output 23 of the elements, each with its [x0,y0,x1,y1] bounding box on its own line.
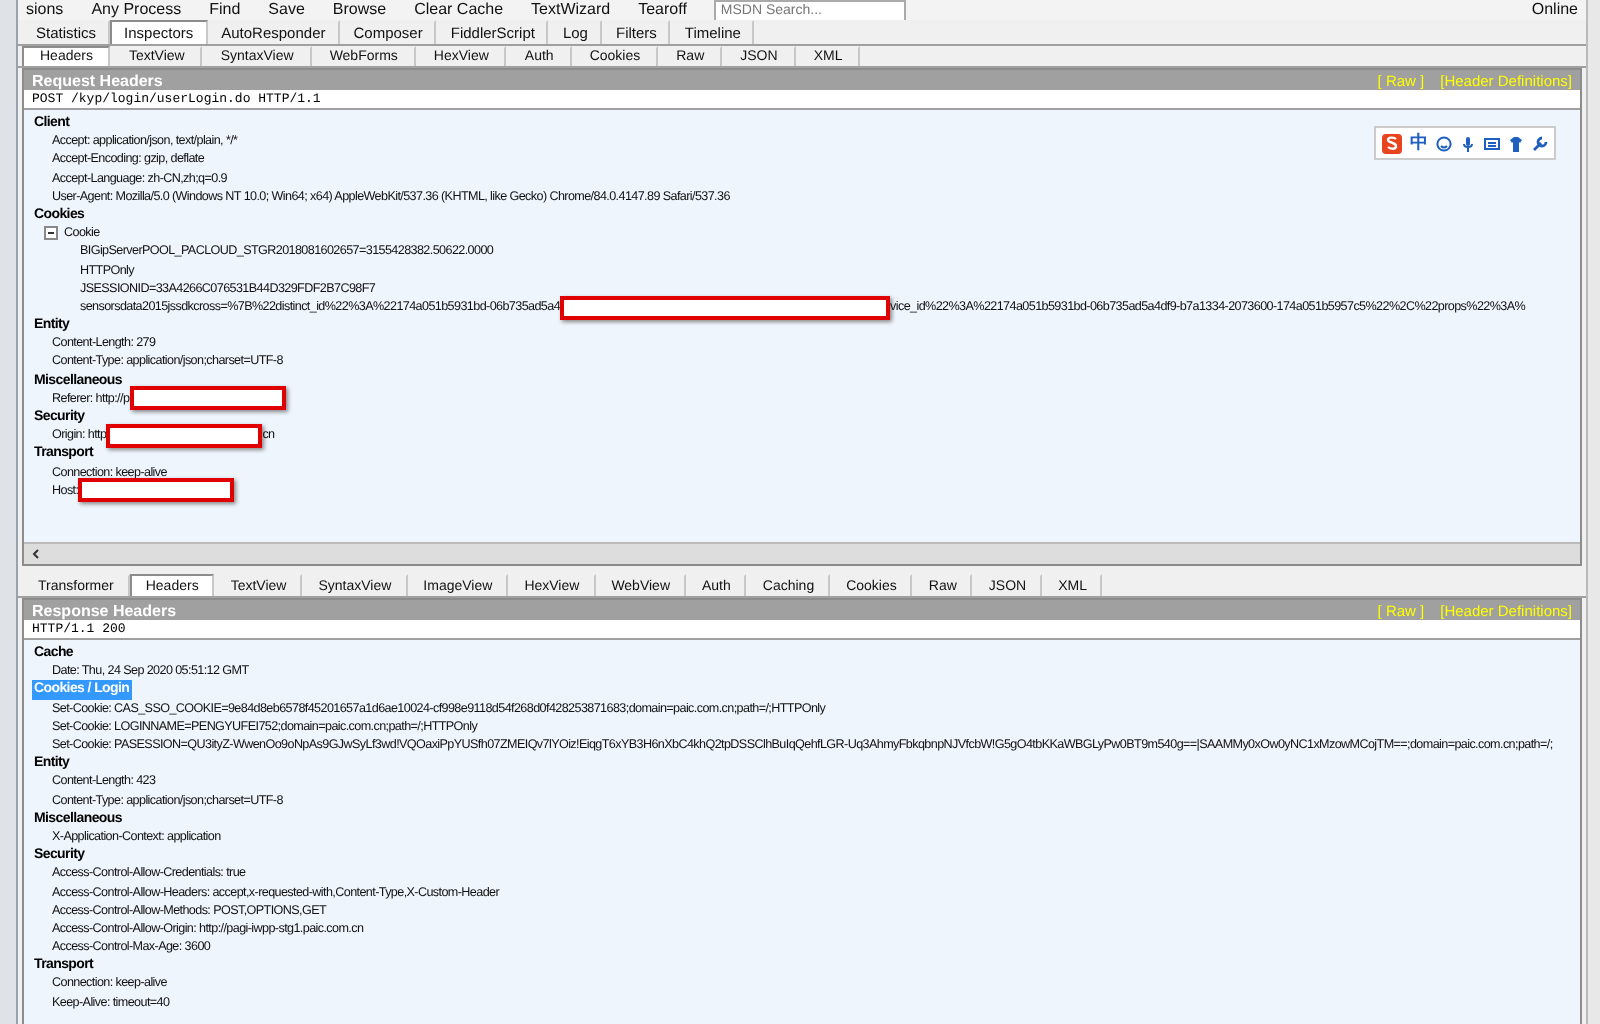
pane-title: Response Headers [32,601,177,619]
toolbar-item[interactable]: Any Process [91,0,182,20]
ime-logo-icon [1382,133,1402,153]
pane-title: Request Headers [32,71,163,89]
toolbar-item[interactable]: Browse [332,0,387,20]
wrench-icon[interactable] [1532,135,1548,151]
keyboard-icon[interactable] [1484,135,1500,151]
toolbar-item[interactable]: Tearoff [638,0,687,20]
ime-toolbar[interactable]: 中 [1374,126,1556,160]
shirt-icon[interactable] [1508,135,1524,151]
vertical-scrollbar[interactable] [1586,0,1600,1024]
horizontal-scrollbar[interactable] [24,542,1580,564]
toolbar-item[interactable]: Save [268,0,305,20]
smile-icon[interactable] [1436,135,1452,151]
toolbar-item[interactable]: Clear Cache [414,0,504,20]
microphone-icon[interactable] [1460,135,1476,151]
online-status: Online [1531,0,1578,20]
ime-mode-label[interactable]: 中 [1410,130,1428,156]
toolbar-item[interactable]: sions [26,0,64,20]
toolbar-item[interactable]: Find [209,0,241,20]
toolbar-item[interactable]: TextWizard [531,0,611,20]
scroll-left-icon[interactable] [30,548,42,560]
collapse-icon[interactable] [44,226,58,241]
